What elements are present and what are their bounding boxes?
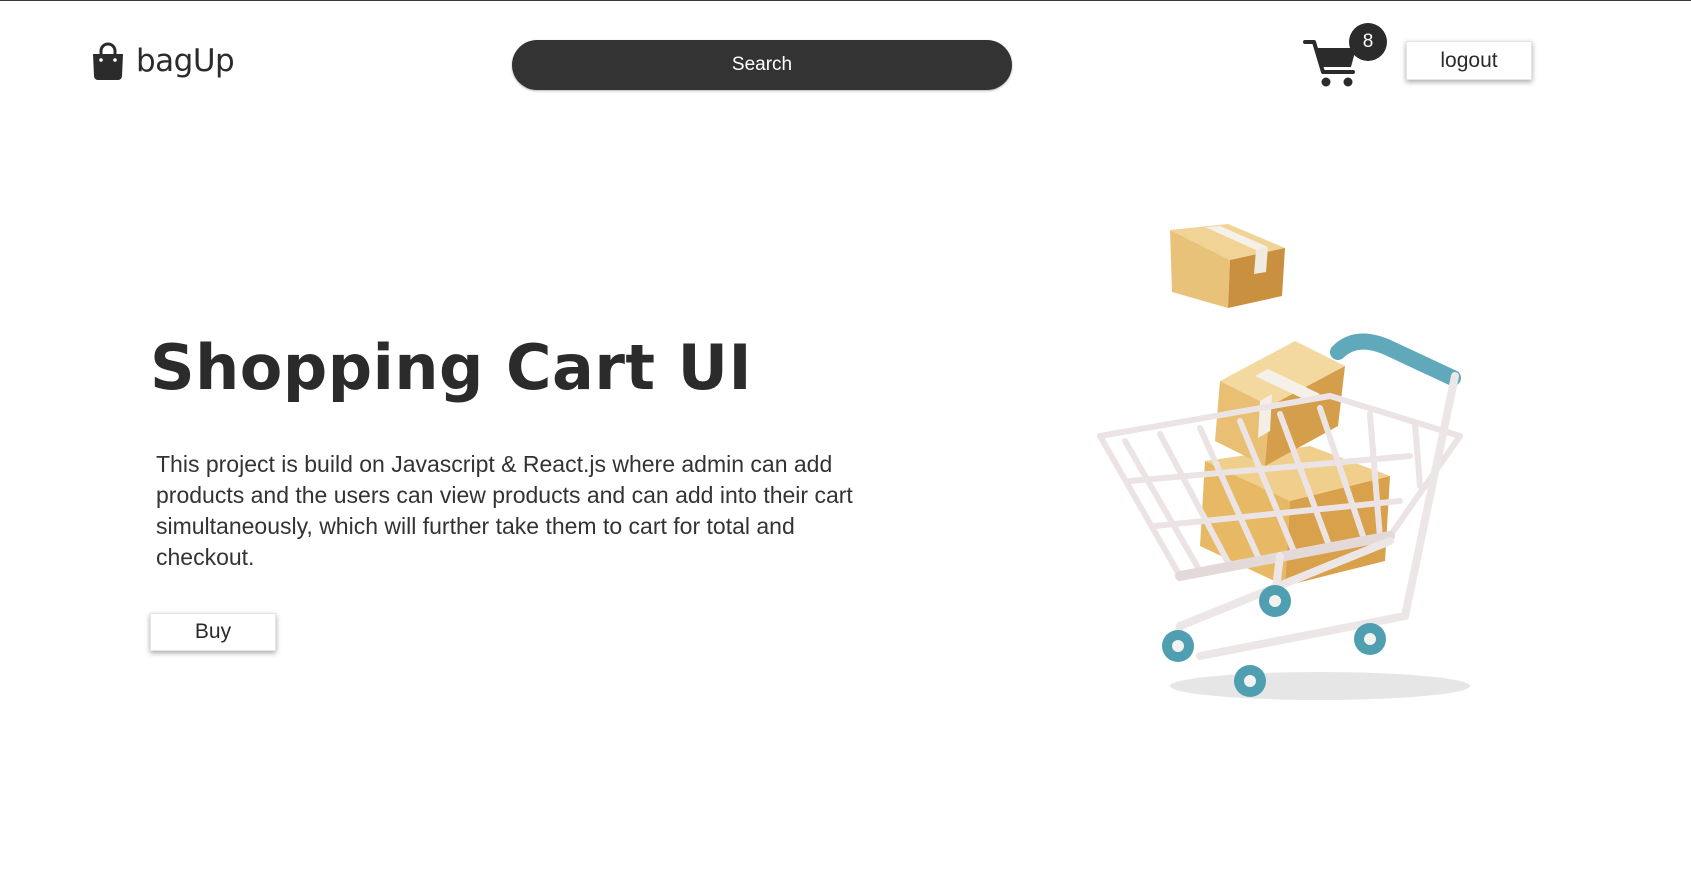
brand-logo[interactable]: bagUp xyxy=(90,41,235,81)
page: bagUp Search 8 logout Shopping Cart UI T… xyxy=(0,0,1691,895)
cart-count-badge: 8 xyxy=(1349,23,1387,61)
page-title: Shopping Cart UI xyxy=(150,331,753,404)
search-bar[interactable]: Search xyxy=(512,40,1012,90)
logout-button[interactable]: logout xyxy=(1406,41,1532,80)
brand-name: bagUp xyxy=(136,43,235,79)
shopping-bag-icon xyxy=(90,41,126,81)
search-label: Search xyxy=(731,54,793,75)
buy-button[interactable]: Buy xyxy=(150,613,276,651)
hero-description: This project is build on Javascript & Re… xyxy=(156,451,853,570)
shopping-cart-with-boxes-illustration xyxy=(1080,216,1510,756)
